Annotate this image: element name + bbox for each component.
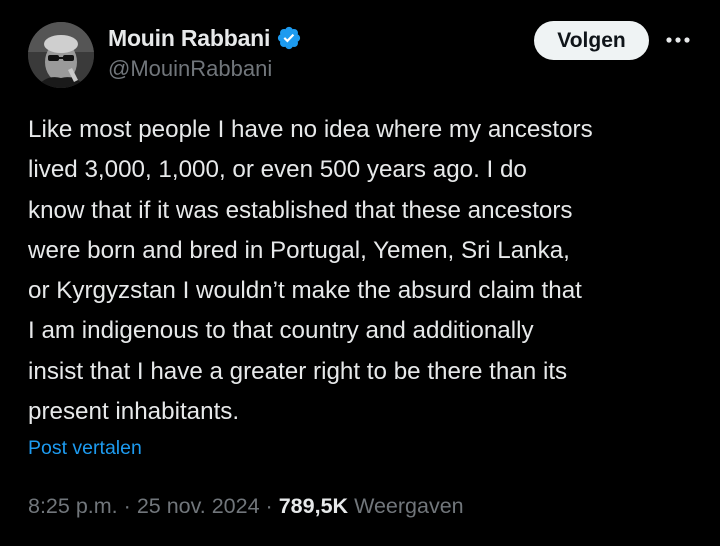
meta-separator: · — [265, 494, 273, 518]
author-name-row: Mouin Rabbani — [108, 22, 302, 54]
avatar[interactable] — [28, 22, 94, 88]
author-display-name[interactable]: Mouin Rabbani — [108, 25, 270, 52]
translate-post-link[interactable]: Post vertalen — [28, 437, 142, 460]
tweet-date[interactable]: 25 nov. 2024 — [137, 494, 260, 519]
meta-separator: · — [123, 494, 131, 518]
verified-badge-icon[interactable] — [276, 25, 302, 51]
tweet-text: Like most people I have no idea where my… — [28, 116, 593, 426]
tweet-metadata: 8:25 p.m. · 25 nov. 2024 · 789,5K Weerga… — [28, 494, 464, 519]
tweet-time[interactable]: 8:25 p.m. — [28, 494, 118, 519]
avatar-image — [28, 22, 94, 88]
views-label: Weergaven — [354, 494, 464, 518]
views-count: 789,5K — [278, 494, 349, 518]
tweet-card: Mouin Rabbani @MouinRabbani Volgen Like … — [0, 0, 720, 546]
more-dots-icon[interactable] — [664, 28, 692, 52]
author-handle[interactable]: @MouinRabbani — [108, 56, 272, 82]
follow-button[interactable]: Volgen — [534, 21, 649, 60]
